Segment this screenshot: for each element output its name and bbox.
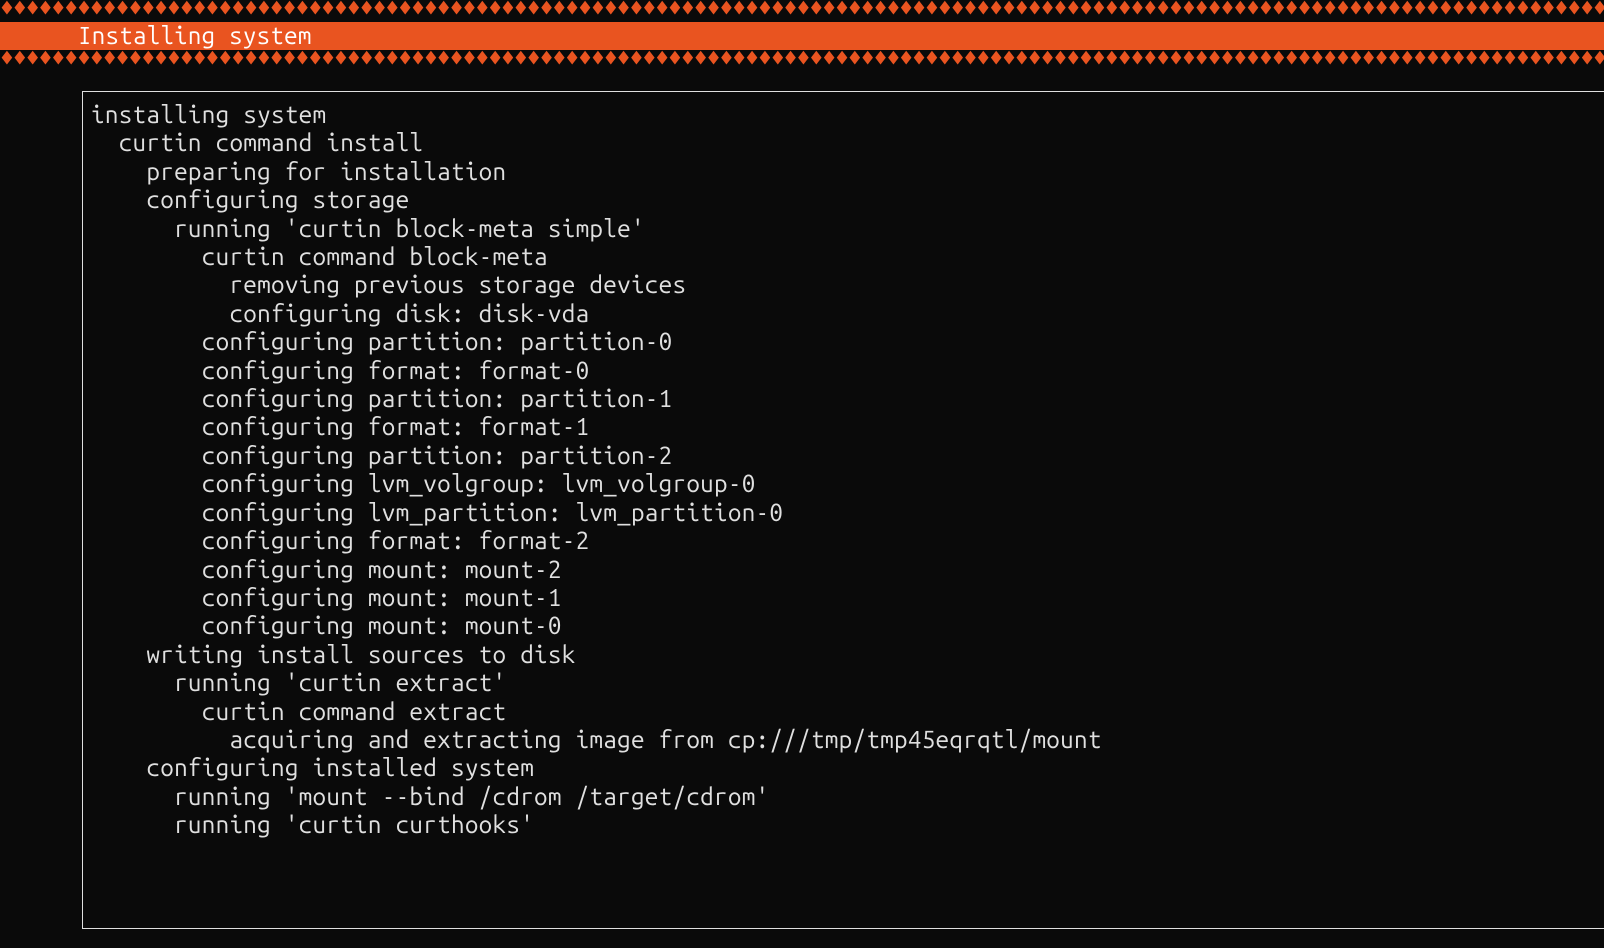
log-line: installing system bbox=[91, 100, 1596, 128]
install-log: installing system curtin command install… bbox=[82, 91, 1604, 929]
log-line: curtin command extract bbox=[91, 697, 1596, 725]
header-pattern-bottom: ♦♦♦♦♦♦♦♦♦♦♦♦♦♦♦♦♦♦♦♦♦♦♦♦♦♦♦♦♦♦♦♦♦♦♦♦♦♦♦♦… bbox=[0, 50, 1604, 72]
log-line: configuring partition: partition-1 bbox=[91, 384, 1596, 412]
log-line: running 'curtin curthooks' bbox=[91, 810, 1596, 838]
log-line: configuring lvm_partition: lvm_partition… bbox=[91, 498, 1596, 526]
log-line: configuring lvm_volgroup: lvm_volgroup-0 bbox=[91, 469, 1596, 497]
page-title: Installing system bbox=[0, 22, 1604, 50]
log-line: configuring partition: partition-0 bbox=[91, 327, 1596, 355]
log-line: configuring format: format-1 bbox=[91, 412, 1596, 440]
header-pattern-top: ♦♦♦♦♦♦♦♦♦♦♦♦♦♦♦♦♦♦♦♦♦♦♦♦♦♦♦♦♦♦♦♦♦♦♦♦♦♦♦♦… bbox=[0, 0, 1604, 22]
log-line: configuring mount: mount-2 bbox=[91, 555, 1596, 583]
log-line: configuring format: format-2 bbox=[91, 526, 1596, 554]
log-line: curtin command install bbox=[91, 128, 1596, 156]
log-line: writing install sources to disk bbox=[91, 640, 1596, 668]
log-line: configuring mount: mount-1 bbox=[91, 583, 1596, 611]
log-line: running 'curtin block-meta simple' bbox=[91, 214, 1596, 242]
log-line: configuring installed system bbox=[91, 753, 1596, 781]
log-line: configuring mount: mount-0 bbox=[91, 611, 1596, 639]
log-line: preparing for installation bbox=[91, 157, 1596, 185]
log-line: curtin command block-meta bbox=[91, 242, 1596, 270]
log-line: running 'curtin extract' bbox=[91, 668, 1596, 696]
log-line: running 'mount --bind /cdrom /target/cdr… bbox=[91, 782, 1596, 810]
log-line: configuring partition: partition-2 bbox=[91, 441, 1596, 469]
log-line: acquiring and extracting image from cp:/… bbox=[91, 725, 1596, 753]
header: ♦♦♦♦♦♦♦♦♦♦♦♦♦♦♦♦♦♦♦♦♦♦♦♦♦♦♦♦♦♦♦♦♦♦♦♦♦♦♦♦… bbox=[0, 0, 1604, 72]
log-line: removing previous storage devices bbox=[91, 270, 1596, 298]
log-line: configuring storage bbox=[91, 185, 1596, 213]
log-line: configuring format: format-0 bbox=[91, 356, 1596, 384]
log-line: configuring disk: disk-vda bbox=[91, 299, 1596, 327]
